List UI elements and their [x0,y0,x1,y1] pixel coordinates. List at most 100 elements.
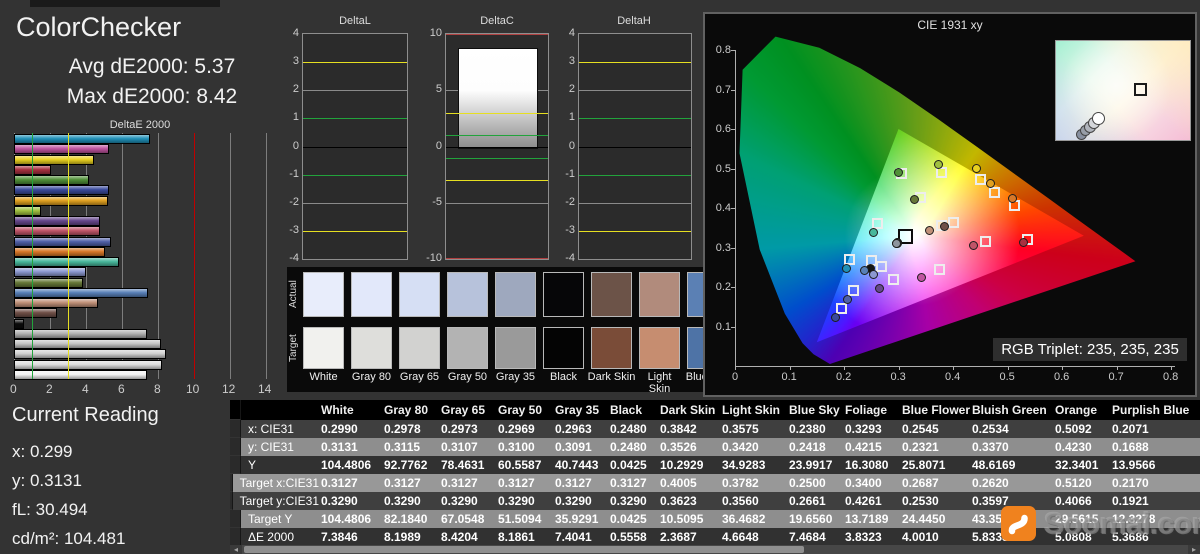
cell[interactable]: 10.5095 [658,512,720,526]
cell[interactable]: 51.5094 [496,512,553,526]
actual-swatch-gray-35[interactable] [495,272,536,317]
cell[interactable]: 7.3846 [319,530,382,544]
cell[interactable]: 0.2973 [439,422,496,436]
column-header-blue-sky[interactable]: Blue Sky [787,403,843,417]
cell[interactable]: 60.5587 [496,458,553,472]
cell[interactable]: 0.3526 [658,440,720,454]
target-swatch-gray-50[interactable] [447,327,488,369]
cell[interactable]: 0.3290 [553,494,608,508]
cell[interactable]: 104.4806 [319,458,382,472]
cell[interactable]: 0.2380 [787,422,843,436]
cell[interactable]: 0.4005 [658,476,720,490]
actual-swatch-black[interactable] [543,272,584,317]
actual-swatch-gray-50[interactable] [447,272,488,317]
column-header-dark-skin[interactable]: Dark Skin [658,403,720,417]
cell[interactable]: 92.7762 [382,458,439,472]
cell[interactable]: 0.4261 [843,494,900,508]
cell[interactable]: 0.3131 [319,440,382,454]
column-header-white[interactable]: White [319,403,382,417]
cell[interactable]: 0.0425 [608,512,658,526]
column-header-purplish-blue[interactable]: Purplish Blue [1110,403,1200,417]
column-header-gray-35[interactable]: Gray 35 [553,403,608,417]
target-swatch-gray-80[interactable] [351,327,392,369]
cell[interactable]: 0.3127 [439,476,496,490]
cell[interactable]: 48.6169 [970,458,1053,472]
cell[interactable]: 0.2321 [900,440,970,454]
column-header-gray-65[interactable]: Gray 65 [439,403,496,417]
gutter-cell[interactable] [230,438,241,456]
cell[interactable]: 32.3401 [1053,458,1110,472]
target-swatch-black[interactable] [543,327,584,369]
scrollbar-thumb[interactable] [244,546,804,553]
cell[interactable]: 0.2071 [1110,422,1200,436]
cell[interactable]: 2.3687 [658,530,720,544]
actual-swatch-gray-65[interactable] [399,272,440,317]
gutter-cell[interactable] [230,510,241,528]
cell[interactable]: 0.3290 [382,494,439,508]
cell[interactable]: 13.9566 [1110,458,1200,472]
cell[interactable]: 4.0010 [900,530,970,544]
target-swatch-gray-65[interactable] [399,327,440,369]
gutter-cell[interactable] [230,456,241,474]
column-header-orange[interactable]: Orange [1053,403,1110,417]
target-swatch-dark-skin[interactable] [591,327,632,369]
cell[interactable]: 10.2929 [658,458,720,472]
cell[interactable]: 0.0425 [608,458,658,472]
cell[interactable]: 0.5120 [1053,476,1110,490]
cell[interactable]: 19.6560 [787,512,843,526]
cell[interactable]: 0.2534 [970,422,1053,436]
cell[interactable]: 0.2687 [900,476,970,490]
cell[interactable]: 35.9291 [553,512,608,526]
cell[interactable]: 0.2500 [787,476,843,490]
cell[interactable]: 0.3107 [439,440,496,454]
cell[interactable]: 0.3115 [382,440,439,454]
cell[interactable]: 34.9283 [720,458,787,472]
table-scrollbar[interactable]: ◂ ▸ [230,545,1200,554]
column-header-foliage[interactable]: Foliage [843,403,900,417]
cell[interactable]: 0.2480 [608,422,658,436]
cell[interactable]: 0.2530 [900,494,970,508]
target-swatch-white[interactable] [303,327,344,369]
cell[interactable]: 0.2963 [553,422,608,436]
cell[interactable]: 8.1861 [496,530,553,544]
target-swatch-light-skin[interactable] [639,327,680,369]
cell[interactable]: 0.3127 [382,476,439,490]
cell[interactable]: 7.4041 [553,530,608,544]
cell[interactable]: 0.3293 [843,422,900,436]
cell[interactable]: 67.0548 [439,512,496,526]
cell[interactable]: 0.3100 [496,440,553,454]
cell[interactable]: 3.8323 [843,530,900,544]
cell[interactable]: 0.2661 [787,494,843,508]
cell[interactable]: 24.4450 [900,512,970,526]
cell[interactable]: 0.2545 [900,422,970,436]
cell[interactable]: 0.4215 [843,440,900,454]
cell[interactable]: 0.3420 [720,440,787,454]
gutter-cell[interactable] [230,528,241,546]
scroll-right-button[interactable]: ▸ [1188,545,1200,554]
column-header-light-skin[interactable]: Light Skin [720,403,787,417]
cell[interactable]: 0.3370 [970,440,1053,454]
cell[interactable]: 0.3127 [608,476,658,490]
actual-swatch-gray-80[interactable] [351,272,392,317]
cell[interactable]: 8.4204 [439,530,496,544]
cell[interactable]: 4.6648 [720,530,787,544]
cell[interactable]: 0.2170 [1110,476,1200,490]
cell[interactable]: 0.3290 [496,494,553,508]
column-header-blue-flower[interactable]: Blue Flower [900,403,970,417]
cell[interactable]: 0.3400 [843,476,900,490]
cell[interactable]: 82.1840 [382,512,439,526]
cell[interactable]: 16.3080 [843,458,900,472]
cell[interactable]: 0.3782 [720,476,787,490]
cell[interactable]: 0.3560 [720,494,787,508]
cell[interactable]: 0.2418 [787,440,843,454]
cell[interactable]: 40.7443 [553,458,608,472]
target-swatch-gray-35[interactable] [495,327,536,369]
cell[interactable]: 104.4806 [319,512,382,526]
cell[interactable]: 8.1989 [382,530,439,544]
cell[interactable]: 0.2480 [608,440,658,454]
cell[interactable]: 0.3127 [553,476,608,490]
cell[interactable]: 0.3290 [608,494,658,508]
actual-swatch-blue-sky[interactable] [687,272,704,317]
scroll-left-button[interactable]: ◂ [230,545,242,554]
actual-swatch-light-skin[interactable] [639,272,680,317]
